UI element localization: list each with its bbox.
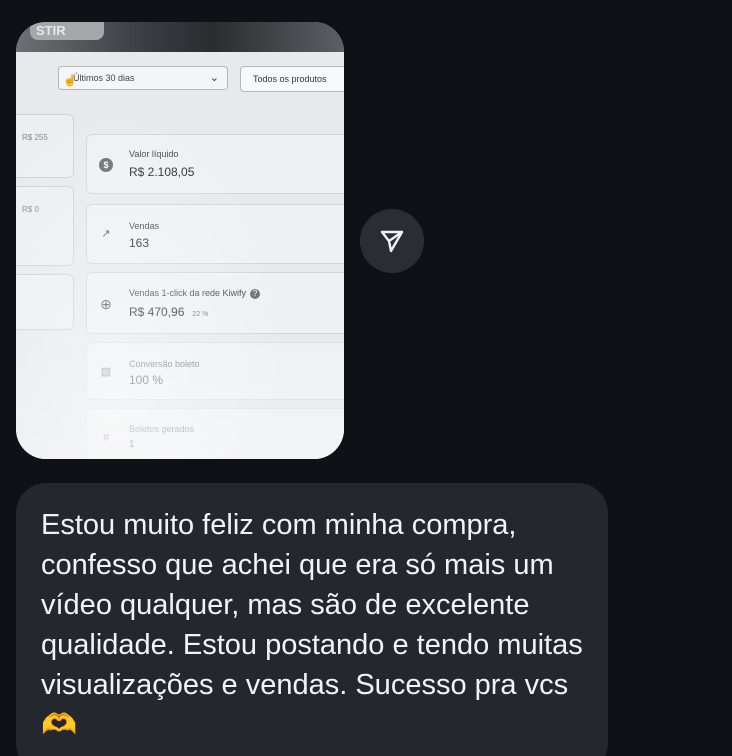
globe-icon: ⊕ — [100, 296, 112, 312]
cursor-icon: ☝ — [63, 75, 77, 87]
left-stat-card: R$ 0 — [16, 186, 74, 266]
stat-card-net-value: $ Valor líquido R$ 2.108,05 — [86, 134, 344, 194]
stat-value: 1 — [129, 439, 135, 450]
period-filter-select: ☝ Últimos 30 dias ⌄ — [58, 66, 228, 90]
stat-card-boletos-generated: # Boletos gerados 1 — [86, 408, 344, 459]
text-message[interactable]: Estou muito feliz com minha compra, conf… — [16, 483, 608, 756]
chevron-down-icon: ⌄ — [209, 72, 219, 84]
share-button[interactable] — [360, 209, 424, 273]
left-stat-card — [16, 274, 74, 330]
stat-label: Vendas — [129, 221, 160, 231]
dollar-icon: $ — [99, 158, 113, 172]
stat-label-text: Vendas 1-click da rede Kiwify — [129, 288, 247, 298]
help-icon: ? — [250, 288, 261, 299]
stat-value-text: R$ 470,96 — [129, 305, 185, 319]
stat-label: Boletos gerados — [129, 424, 195, 434]
products-filter-select: Todos os produtos — [240, 66, 344, 92]
stat-value: R$ 470,96 22 % — [129, 305, 208, 319]
message-text: Estou muito feliz com minha compra, conf… — [41, 509, 591, 741]
stat-label: Conversão boleto — [129, 359, 200, 369]
photo-top-strip: STIR — [16, 22, 344, 52]
stat-value: 163 — [129, 236, 150, 250]
stat-percentage: 22 % — [192, 311, 209, 318]
photo-top-tag: STIR — [30, 22, 104, 40]
stat-value: 100 % — [129, 373, 164, 387]
photo-message[interactable]: STIR ☝ Últimos 30 dias ⌄ Todos os produt… — [16, 22, 344, 459]
stat-card-boleto-conversion: ▨ Conversão boleto 100 % — [86, 342, 344, 400]
stat-value: R$ 2.108,05 — [129, 165, 195, 179]
photo-dashboard-screen: ☝ Últimos 30 dias ⌄ Todos os produtos R$… — [16, 52, 344, 459]
stat-label: Valor líquido — [129, 149, 179, 159]
send-icon — [380, 230, 404, 253]
left-stat-value: R$ 255 — [22, 133, 48, 142]
stat-card-one-click: ⊕ Vendas 1-click da rede Kiwify? R$ 470,… — [86, 272, 344, 334]
left-stat-card: R$ 255 — [16, 114, 74, 178]
hash-icon: # — [102, 432, 110, 444]
trend-up-icon: ↗ — [101, 228, 111, 240]
boleto-icon: ▨ — [100, 366, 112, 378]
left-stat-value: R$ 0 — [22, 205, 39, 214]
stat-label: Vendas 1-click da rede Kiwify? — [129, 288, 261, 299]
period-filter-label: Últimos 30 dias — [73, 73, 135, 83]
stat-card-sales: ↗ Vendas 163 — [86, 204, 344, 264]
chat-thread: STIR ☝ Últimos 30 dias ⌄ Todos os produt… — [0, 0, 732, 756]
